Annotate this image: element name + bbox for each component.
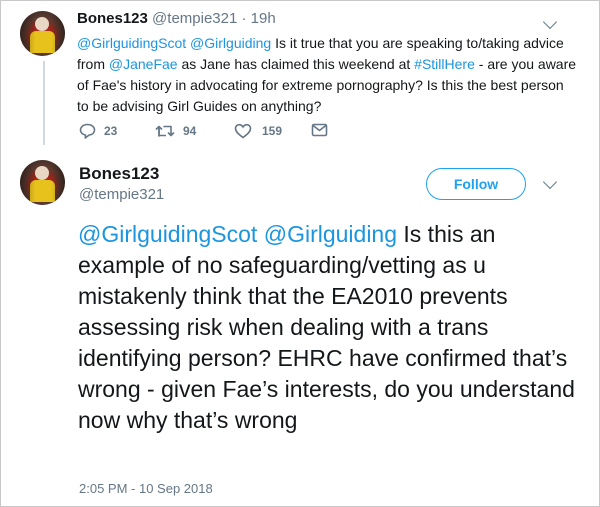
chevron-down-icon[interactable] (542, 14, 558, 30)
retweet-count: 94 (183, 124, 197, 138)
tweet-thread-card: Bones123 @tempie321 · 19h @GirlguidingSc… (0, 0, 600, 507)
reply-count: 23 (104, 124, 118, 138)
hashtag-link[interactable]: #StillHere (414, 56, 475, 72)
tweet-text-segment: Is this an example of no safeguarding/ve… (78, 221, 575, 433)
separator-dot: · (241, 10, 247, 27)
mention-link[interactable]: @Girlguiding (264, 221, 397, 247)
tweet-header: Bones123 @tempie321 · 19h (77, 10, 276, 27)
retweet-button[interactable]: 94 (155, 123, 196, 139)
like-icon (234, 123, 252, 139)
mention-link[interactable]: @Girlguiding (190, 35, 271, 51)
like-button[interactable]: 159 (234, 123, 282, 139)
author-handle[interactable]: @tempie321 (152, 10, 237, 27)
author-handle[interactable]: @tempie321 (79, 186, 164, 203)
thread-connector-line (43, 61, 45, 145)
tweet-time-ago[interactable]: 19h (251, 10, 276, 27)
author-name[interactable]: Bones123 (79, 164, 159, 184)
direct-message-icon (311, 123, 328, 137)
avatar[interactable] (20, 160, 65, 205)
follow-button[interactable]: Follow (426, 168, 526, 200)
reply-button[interactable]: 23 (79, 123, 117, 139)
retweet-icon (155, 125, 175, 137)
tweet-text: @GirlguidingScot @Girlguiding Is this an… (78, 219, 583, 436)
direct-message-button[interactable] (311, 123, 328, 137)
tweet-text: @GirlguidingScot @Girlguiding Is it true… (77, 33, 577, 117)
avatar[interactable] (20, 11, 65, 56)
mention-link[interactable]: @GirlguidingScot (78, 221, 257, 247)
tweet-timestamp[interactable]: 2:05 PM - 10 Sep 2018 (79, 481, 213, 496)
mention-link[interactable]: @GirlguidingScot (77, 35, 186, 51)
author-name[interactable]: Bones123 (77, 10, 148, 27)
tweet-text-segment: as Jane has claimed this weekend at (177, 56, 415, 72)
reply-icon (79, 123, 96, 139)
mention-link[interactable]: @JaneFae (109, 56, 178, 72)
chevron-down-icon[interactable] (542, 174, 558, 190)
like-count: 159 (262, 124, 283, 138)
